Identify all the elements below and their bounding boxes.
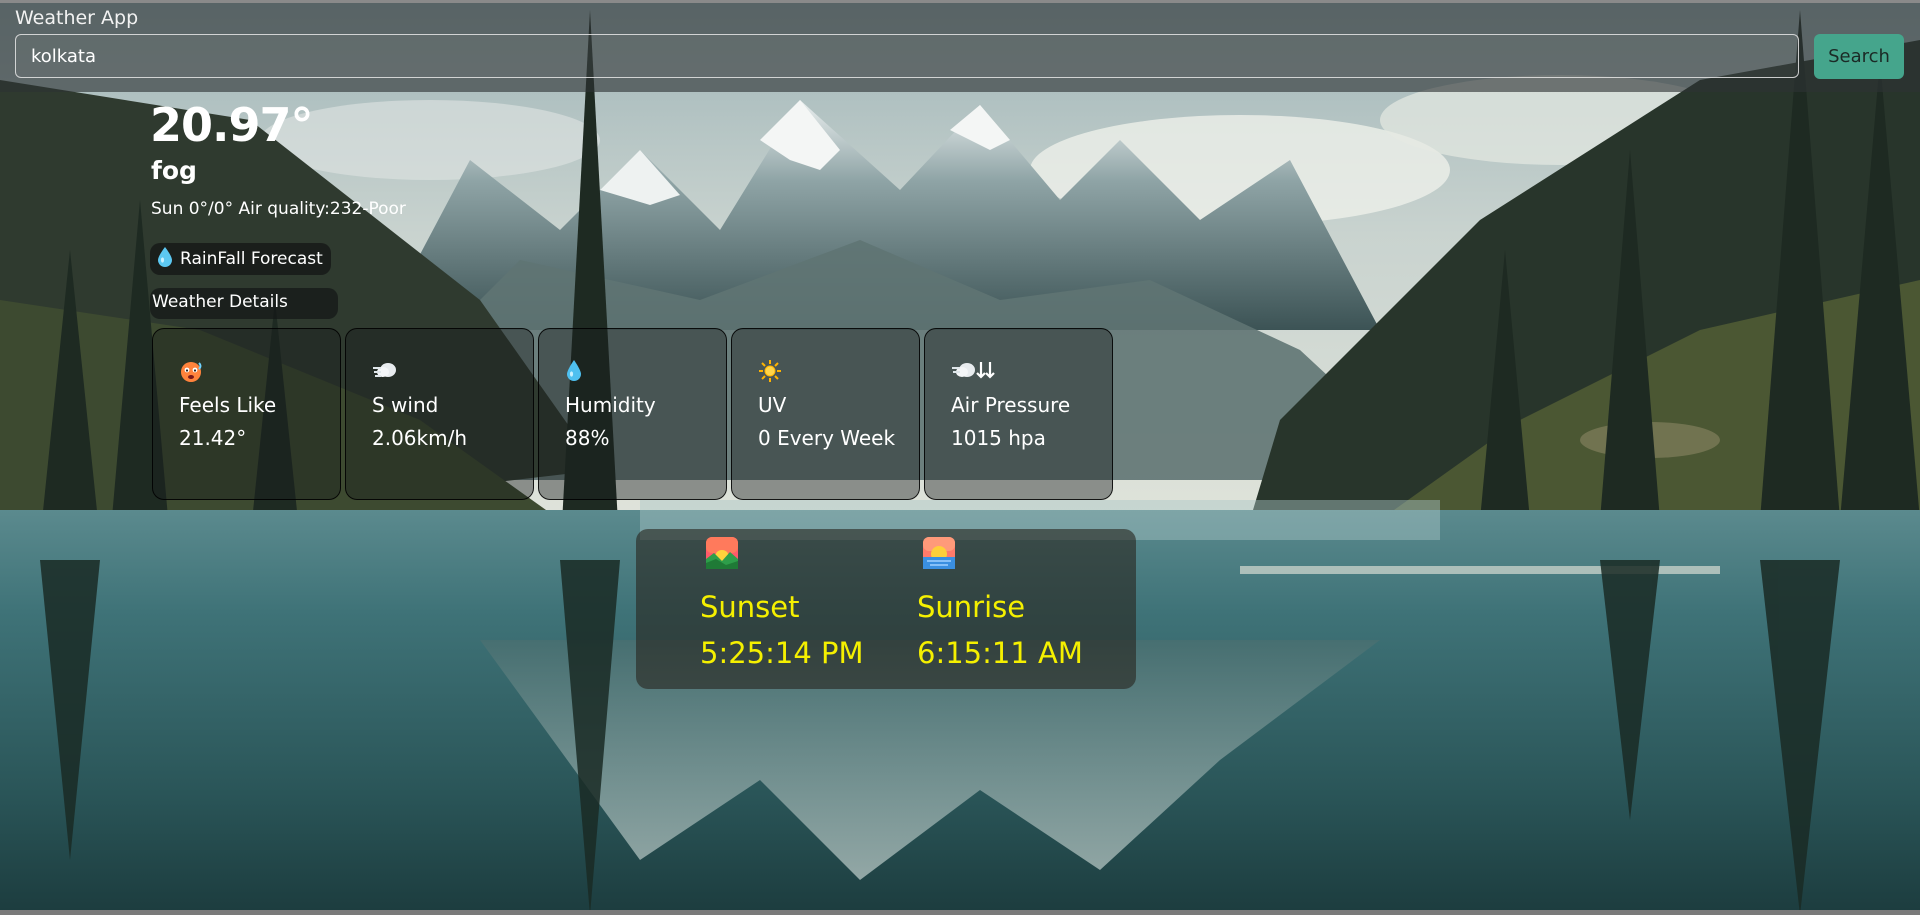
feels-like-card: Feels Like 21.42° bbox=[152, 328, 341, 500]
pressure-icon bbox=[951, 359, 995, 381]
water-drop-icon bbox=[156, 246, 174, 272]
wind-title: S wind bbox=[372, 393, 439, 417]
sunrise-label: Sunrise bbox=[917, 590, 1026, 624]
sun-icon bbox=[758, 359, 784, 382]
sunset-icon bbox=[706, 537, 738, 569]
humidity-value: 88% bbox=[565, 426, 610, 450]
rainfall-forecast-label: RainFall Forecast bbox=[180, 249, 323, 269]
weather-details-heading: Weather Details bbox=[150, 288, 338, 319]
weather-condition: fog bbox=[151, 156, 197, 185]
sun-times-panel: Sunset 5:25:14 PM Sunrise 6:15:11 AM bbox=[636, 529, 1136, 689]
wind-icon bbox=[372, 359, 398, 381]
sunset-time: 5:25:14 PM bbox=[700, 636, 864, 670]
feels-like-value: 21.42° bbox=[179, 426, 247, 450]
humidity-card: Humidity 88% bbox=[538, 328, 727, 500]
rainfall-forecast-button[interactable]: RainFall Forecast bbox=[150, 243, 331, 275]
sunrise-time: 6:15:11 AM bbox=[917, 636, 1083, 670]
sunset-label: Sunset bbox=[700, 590, 800, 624]
uv-title: UV bbox=[758, 393, 787, 417]
air-pressure-value: 1015 hpa bbox=[951, 426, 1046, 450]
wind-card: S wind 2.06km/h bbox=[345, 328, 534, 500]
uv-value: 0 Every Week bbox=[758, 426, 896, 450]
humidity-title: Humidity bbox=[565, 393, 656, 417]
uv-card: UV 0 Every Week bbox=[731, 328, 920, 500]
sunrise-icon bbox=[923, 537, 955, 569]
feels-like-title: Feels Like bbox=[179, 393, 277, 417]
current-temperature: 20.97° bbox=[150, 98, 314, 152]
water-drop-icon bbox=[565, 359, 591, 381]
hot-face-icon bbox=[179, 359, 205, 382]
air-pressure-card: Air Pressure 1015 hpa bbox=[924, 328, 1113, 500]
air-pressure-title: Air Pressure bbox=[951, 393, 1071, 417]
day-range-air-quality: Sun 0°/0° Air quality:232-Poor bbox=[151, 199, 406, 219]
weather-main: 20.97° fog Sun 0°/0° Air quality:232-Poo… bbox=[0, 0, 1920, 915]
wind-value: 2.06km/h bbox=[372, 426, 468, 450]
